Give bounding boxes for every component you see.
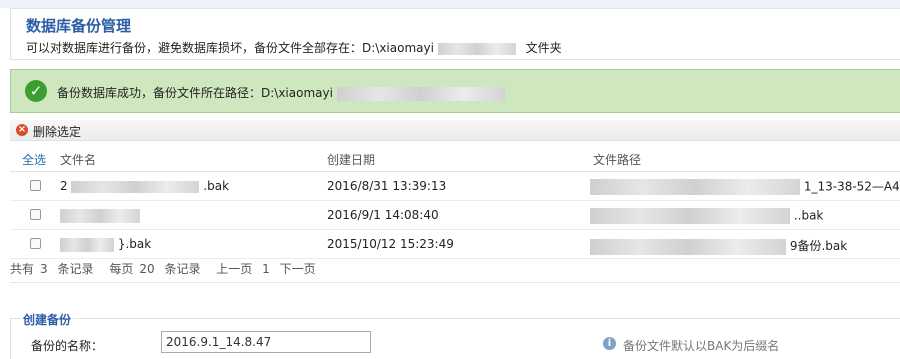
success-alert: ✓ 备份数据库成功，备份文件所在路径：D:\xiaomayi [10, 69, 900, 113]
redacted-path [590, 238, 786, 255]
pagination: 共有 3 条记录 每页 20 条记录 上一页 1 下一页 [10, 260, 322, 277]
redacted-path [437, 42, 516, 55]
path-cell: 1_13-38-52—A4.bak [590, 179, 900, 195]
delete-circle-icon[interactable]: × [16, 124, 28, 136]
path-cell: 9备份.bak [590, 237, 847, 255]
page-header: 数据库备份管理 可以对数据库进行备份，避免数据库损坏，备份文件全部存在：D:\x… [10, 8, 900, 60]
table-row: }.bak 2015/10/12 15:23:49 9备份.bak [10, 230, 900, 259]
path-cell: ..bak [590, 208, 823, 224]
top-strip [0, 0, 900, 8]
column-header-filename: 文件名 [60, 153, 97, 167]
total-prefix: 共有 [10, 262, 35, 276]
section-title: 创建备份 [21, 311, 74, 328]
filename-cell: }.bak [60, 237, 151, 252]
date-cell: 2015/10/12 15:23:49 [327, 237, 454, 251]
per-page: 每页 20 条记录 [109, 262, 206, 276]
path-suffix: ..bak [793, 208, 824, 223]
filename-cell [60, 208, 140, 223]
create-backup-section: 创建备份 备份的名称： i 备份文件默认以BAK为后缀名 [10, 311, 900, 359]
table-row: 2 .bak 2016/8/31 13:39:13 1_13-38-52—A4.… [10, 172, 900, 201]
redacted-path [336, 86, 505, 101]
per-page-suffix: 条记录 [164, 262, 201, 276]
alert-message: 备份数据库成功，备份文件所在路径：D:\xiaomayi [57, 84, 505, 101]
row-checkbox[interactable] [30, 209, 41, 220]
filename-prefix: 2 [60, 179, 68, 193]
total-number: 3 [40, 262, 48, 276]
redacted-filename [60, 208, 140, 223]
divider [10, 282, 900, 283]
current-page: 1 [262, 262, 270, 276]
filename-suffix: .bak [203, 179, 230, 193]
filename-suffix: }.bak [117, 237, 152, 251]
redacted-path [590, 179, 800, 195]
total-count: 共有 3 条记录 [10, 262, 100, 276]
per-page-prefix: 每页 [109, 262, 134, 276]
backup-table: 全选 文件名 创建日期 文件路径 2 .bak 2016/8/31 13:39:… [10, 145, 900, 259]
redacted-filename [60, 237, 114, 252]
backup-name-input[interactable] [161, 331, 371, 353]
date-cell: 2016/9/1 14:08:40 [327, 208, 439, 222]
alert-message-text: 备份数据库成功，备份文件所在路径：D:\xiaomayi [57, 86, 333, 100]
redacted-path [590, 208, 790, 224]
row-checkbox[interactable] [30, 238, 41, 249]
delete-selected-button[interactable]: 删除选定 [33, 123, 81, 140]
page-title: 数据库备份管理 [26, 17, 132, 35]
select-all-link[interactable]: 全选 [22, 151, 46, 168]
filename-cell: 2 .bak [60, 179, 229, 193]
subtitle-suffix: 文件夹 [525, 41, 562, 55]
check-circle-icon: ✓ [25, 80, 47, 102]
info-icon: i [603, 337, 616, 350]
subtitle-prefix: 可以对数据库进行备份，避免数据库损坏，备份文件全部存在：D:\xiaomayi [26, 41, 434, 55]
column-header-path: 文件路径 [593, 153, 642, 167]
next-page-link[interactable]: 下一页 [280, 262, 316, 276]
path-suffix: 9备份.bak [789, 239, 848, 253]
table-header: 全选 文件名 创建日期 文件路径 [10, 145, 900, 172]
page-subtitle: 可以对数据库进行备份，避免数据库损坏，备份文件全部存在：D:\xiaomayi … [26, 39, 562, 56]
date-cell: 2016/8/31 13:39:13 [327, 179, 447, 193]
path-suffix: 1_13-38-52—A4.bak [803, 179, 900, 194]
redacted-filename [71, 180, 200, 193]
per-page-number: 20 [139, 262, 155, 276]
table-row: 2016/9/1 14:08:40 ..bak [10, 201, 900, 230]
column-header-date: 创建日期 [327, 153, 376, 167]
table-toolbar: × 删除选定 [10, 120, 900, 141]
prev-page-link[interactable]: 上一页 [216, 262, 252, 276]
row-checkbox[interactable] [30, 180, 41, 191]
total-suffix: 条记录 [57, 262, 94, 276]
